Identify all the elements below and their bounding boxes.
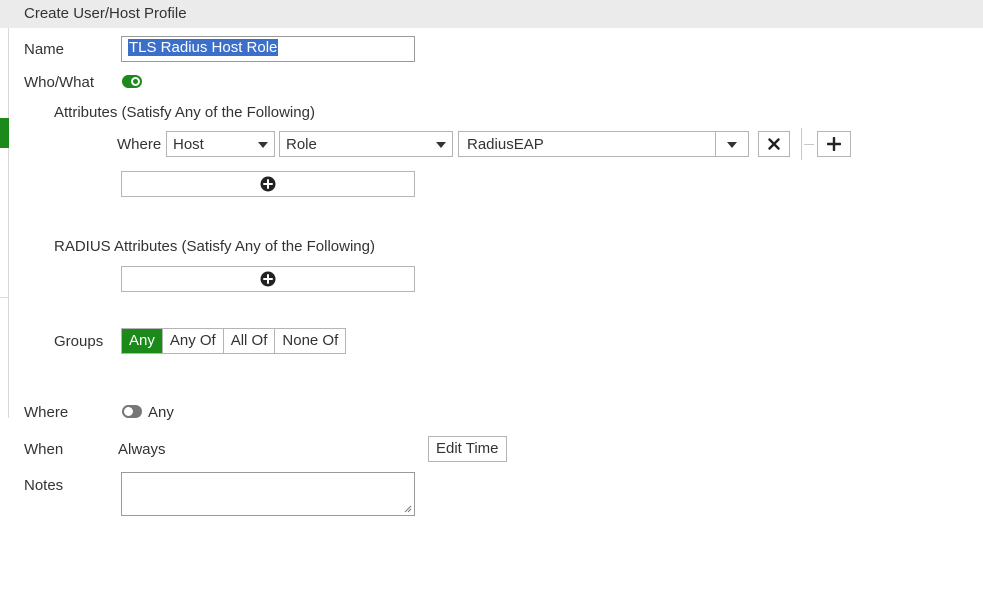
groups-label: Groups bbox=[54, 333, 104, 350]
name-input-value: TLS Radius Host Role bbox=[128, 39, 279, 56]
attribute-where-label: Where bbox=[117, 136, 162, 153]
where-label: Where bbox=[24, 404, 69, 421]
attribute-value-select[interactable]: RadiusEAP bbox=[458, 131, 749, 157]
name-input[interactable]: TLS Radius Host Role bbox=[121, 36, 415, 62]
when-value: Always bbox=[118, 441, 166, 458]
chevron-down-icon bbox=[727, 142, 737, 148]
chevron-down-icon bbox=[258, 142, 268, 148]
attribute-name-select[interactable]: Role bbox=[279, 131, 453, 157]
radius-attributes-heading: RADIUS Attributes (Satisfy Any of the Fo… bbox=[54, 238, 375, 255]
when-label: When bbox=[24, 441, 64, 458]
attribute-type-select[interactable]: Host bbox=[166, 131, 275, 157]
attribute-name-value: Role bbox=[286, 136, 317, 153]
plus-circle-icon bbox=[260, 176, 276, 192]
resize-grip-icon[interactable] bbox=[404, 505, 412, 513]
add-attribute-row-button[interactable] bbox=[817, 131, 851, 157]
remove-attribute-button[interactable] bbox=[758, 131, 790, 157]
groups-option-any[interactable]: Any bbox=[122, 329, 162, 353]
where-toggle[interactable] bbox=[122, 405, 142, 418]
tree-connector bbox=[801, 128, 802, 160]
who-what-label: Who/What bbox=[24, 74, 95, 91]
where-value: Any bbox=[148, 404, 174, 421]
attributes-heading: Attributes (Satisfy Any of the Following… bbox=[54, 104, 315, 121]
groups-option-any-of[interactable]: Any Of bbox=[161, 329, 223, 353]
chevron-down-icon bbox=[436, 142, 446, 148]
side-tab[interactable] bbox=[0, 118, 9, 148]
plus-icon bbox=[827, 137, 841, 151]
add-attribute-button[interactable] bbox=[121, 171, 415, 197]
tree-connector bbox=[804, 144, 814, 145]
who-what-toggle[interactable] bbox=[122, 75, 142, 88]
select-divider bbox=[715, 132, 716, 156]
left-divider bbox=[0, 297, 9, 298]
notes-label: Notes bbox=[24, 477, 64, 494]
attribute-type-value: Host bbox=[173, 136, 204, 153]
groups-segmented-control: Any Any Of All Of None Of bbox=[121, 328, 347, 354]
groups-option-all-of[interactable]: All Of bbox=[222, 329, 275, 353]
groups-option-none-of[interactable]: None Of bbox=[274, 329, 346, 353]
left-border bbox=[8, 28, 9, 418]
attribute-value-text: RadiusEAP bbox=[467, 136, 544, 153]
edit-time-button[interactable]: Edit Time bbox=[428, 436, 507, 462]
notes-textarea[interactable] bbox=[121, 472, 415, 516]
add-radius-attribute-button[interactable] bbox=[121, 266, 415, 292]
name-label: Name bbox=[24, 41, 65, 58]
dialog-title: Create User/Host Profile bbox=[24, 5, 187, 22]
close-icon bbox=[768, 138, 780, 150]
plus-circle-icon bbox=[260, 271, 276, 287]
